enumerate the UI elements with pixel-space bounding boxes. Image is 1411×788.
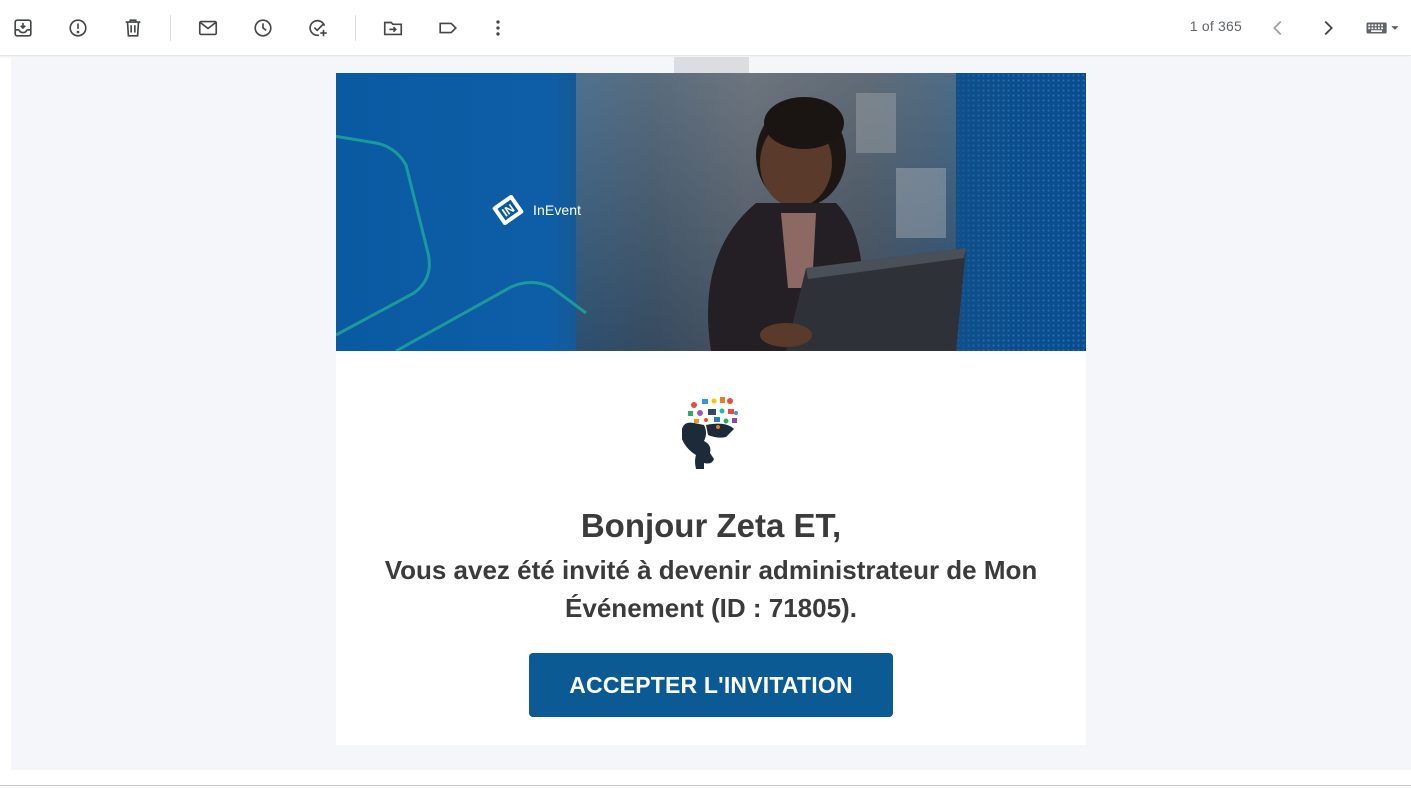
mark-unread-button[interactable] (189, 9, 227, 47)
inevent-logo-icon: IN (492, 195, 524, 225)
email-banner: IN InEvent (336, 73, 1086, 351)
report-spam-icon (69, 19, 87, 37)
archive-button[interactable] (4, 9, 42, 47)
divider (0, 785, 1411, 786)
snooze-button[interactable] (244, 9, 282, 47)
move-to-button[interactable] (374, 9, 412, 47)
brand-name: InEvent (533, 202, 582, 218)
banner-artwork (336, 73, 1086, 351)
toolbar-divider (170, 15, 171, 41)
snooze-icon (254, 19, 272, 37)
label-button[interactable] (429, 9, 467, 47)
chevron-left-icon (1273, 20, 1282, 36)
more-icon (496, 20, 500, 36)
head-with-ideas-illustration (682, 397, 738, 469)
more-options-button[interactable] (479, 9, 517, 47)
input-tools-button[interactable] (1359, 9, 1407, 47)
pagination-count: 1 of 365 (1189, 18, 1242, 34)
add-to-tasks-icon (309, 19, 327, 37)
scroll-tab (674, 57, 749, 73)
report-spam-button[interactable] (59, 9, 97, 47)
keyboard-icon (1366, 22, 1399, 34)
label-icon (439, 22, 457, 34)
chevron-right-icon (1324, 20, 1333, 36)
mark-unread-icon (198, 20, 218, 36)
newer-button[interactable] (1259, 9, 1297, 47)
toolbar-divider (355, 15, 356, 41)
move-to-icon (383, 21, 403, 36)
invitation-message: Vous avez été invité à devenir administr… (384, 555, 1038, 623)
older-button[interactable] (1309, 9, 1347, 47)
accept-invitation-button[interactable]: ACCEPTER L'INVITATION (529, 653, 893, 717)
brand-logo: IN InEvent (489, 195, 581, 225)
archive-icon (14, 19, 32, 37)
add-to-tasks-button[interactable] (299, 9, 337, 47)
email-body: IN InEvent Bonjour Zeta ET, Vous avez ét… (336, 73, 1086, 745)
delete-icon (125, 19, 141, 37)
message-toolbar: 1 of 365 (0, 0, 1411, 56)
chevron-down-icon (1391, 26, 1399, 30)
greeting-heading: Bonjour Zeta ET, (580, 507, 842, 544)
delete-button[interactable] (114, 9, 152, 47)
